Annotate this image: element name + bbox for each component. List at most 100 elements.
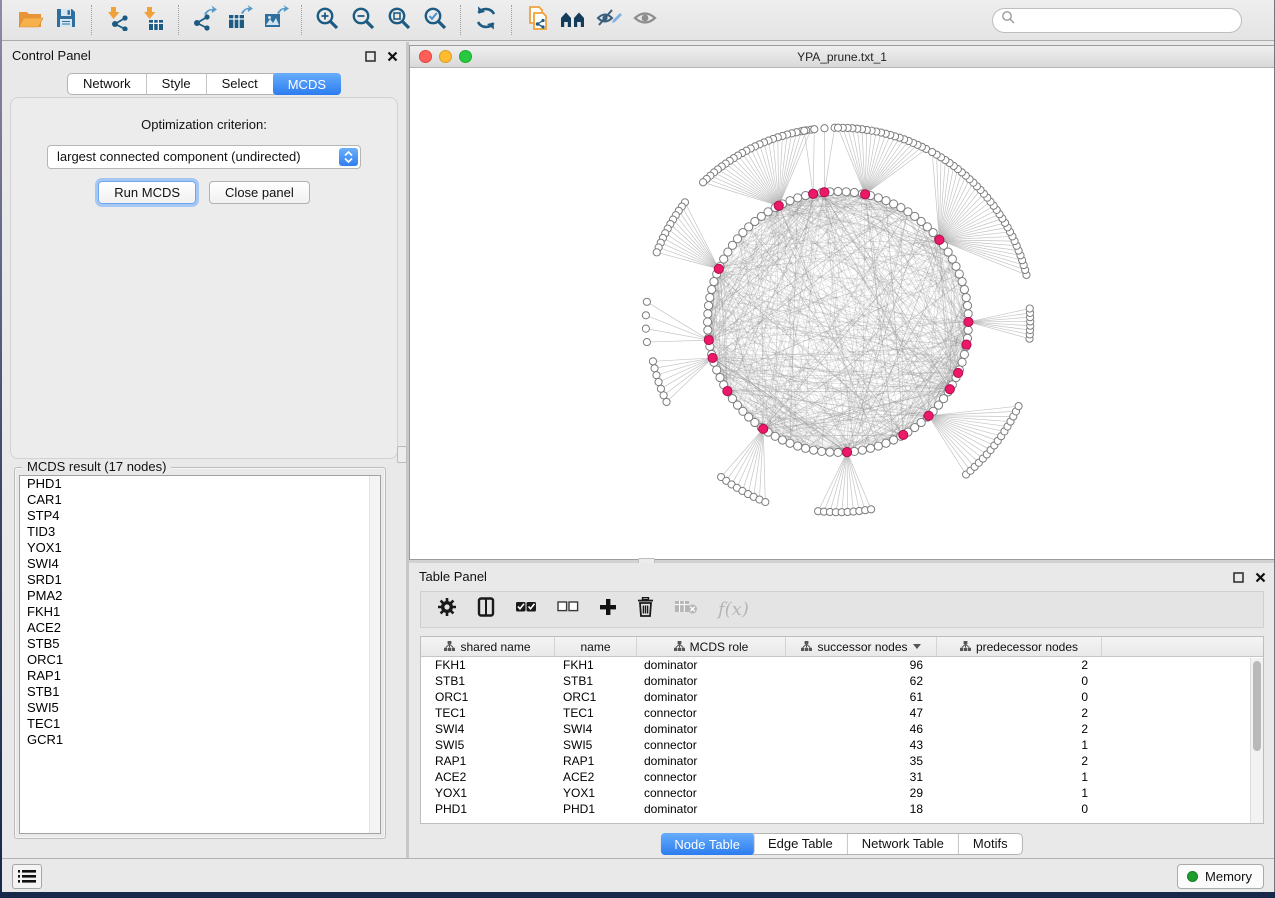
save-icon	[54, 6, 78, 35]
sort-menu-icon[interactable]	[913, 644, 921, 649]
export-network-button[interactable]	[186, 4, 222, 36]
toolbar-separator	[91, 5, 92, 35]
table-scrollbar-thumb[interactable]	[1253, 661, 1261, 751]
zoom-fit-button[interactable]	[381, 4, 417, 36]
list-item[interactable]: YOX1	[20, 540, 380, 556]
criterion-dropdown[interactable]: largest connected component (undirected)	[47, 145, 361, 169]
list-item[interactable]: RAP1	[20, 668, 380, 684]
zoom-out-button[interactable]	[345, 4, 381, 36]
zoom-in-button[interactable]	[309, 4, 345, 36]
close-panel-icon[interactable]	[387, 49, 398, 67]
network-title: YPA_prune.txt_1	[797, 50, 887, 64]
status-bar: Memory	[2, 858, 1274, 892]
search-box	[992, 8, 1242, 33]
tab-network-table[interactable]: Network Table	[848, 834, 959, 854]
table-toolbar: f(x)	[420, 591, 1264, 628]
tab-select[interactable]: Select	[207, 74, 274, 94]
list-item[interactable]: TEC1	[20, 716, 380, 732]
table-row[interactable]: SWI5SWI5connector431	[421, 737, 1263, 753]
first-neighbors-button[interactable]	[555, 4, 591, 36]
tab-edge-table[interactable]: Edge Table	[754, 834, 848, 854]
float-window-icon[interactable]	[1233, 570, 1244, 588]
tab-style[interactable]: Style	[147, 74, 207, 94]
column-header-mcds-role[interactable]: MCDS role	[637, 637, 786, 656]
apply-layout-button[interactable]	[468, 4, 504, 36]
column-header-name[interactable]: name	[555, 637, 637, 656]
delete-table-icon[interactable]	[674, 599, 698, 620]
search-input[interactable]	[1016, 10, 1241, 30]
tab-network[interactable]: Network	[68, 74, 147, 94]
column-header-successor-nodes[interactable]: successor nodes	[786, 637, 937, 656]
export-table-button[interactable]	[222, 4, 258, 36]
settings-gear-icon[interactable]	[437, 597, 457, 622]
table-row[interactable]: SWI4SWI4dominator462	[421, 721, 1263, 737]
show-all-button[interactable]	[627, 4, 663, 36]
vertical-splitter-grip[interactable]	[397, 446, 407, 463]
table-row[interactable]: PHD1PHD1dominator180	[421, 801, 1263, 817]
control-panel-tabs: Network Style Select MCDS	[67, 73, 341, 95]
export-image-button[interactable]	[258, 4, 294, 36]
table-row[interactable]: ACE2ACE2connector311	[421, 769, 1263, 785]
list-item[interactable]: PMA2	[20, 588, 380, 604]
zoom-selected-button[interactable]	[417, 4, 453, 36]
zoom-selected-icon	[422, 5, 448, 36]
list-scrollbar[interactable]	[369, 476, 380, 833]
hide-eye-icon	[595, 6, 623, 35]
mcds-tab-content: Optimization criterion: largest connecte…	[10, 97, 398, 459]
maximize-window-icon[interactable]	[459, 50, 472, 63]
close-window-icon[interactable]	[419, 50, 432, 63]
import-table-button[interactable]	[135, 4, 171, 36]
memory-button[interactable]: Memory	[1177, 864, 1264, 889]
close-panel-icon[interactable]	[1255, 570, 1266, 588]
hide-selected-button[interactable]	[591, 4, 627, 36]
toolbar-separator	[511, 5, 512, 35]
function-builder-icon[interactable]: f(x)	[718, 599, 749, 620]
tab-node-table[interactable]: Node Table	[660, 833, 755, 855]
float-window-icon[interactable]	[365, 49, 376, 67]
delete-column-icon[interactable]	[637, 597, 654, 622]
network-canvas[interactable]	[410, 69, 1274, 559]
table-row[interactable]: TEC1TEC1connector472	[421, 705, 1263, 721]
column-header-predecessor-nodes[interactable]: predecessor nodes	[937, 637, 1102, 656]
show-eye-icon	[631, 6, 659, 35]
log-console-button[interactable]	[12, 864, 42, 889]
list-item[interactable]: GCR1	[20, 732, 380, 748]
table-row[interactable]: FKH1FKH1dominator962	[421, 657, 1263, 673]
list-item[interactable]: SWI4	[20, 556, 380, 572]
list-item[interactable]: FKH1	[20, 604, 380, 620]
main-area: Control Panel Network Style Select MCDS …	[2, 42, 1274, 858]
add-column-icon[interactable]	[599, 598, 617, 621]
column-header-shared-name[interactable]: shared name	[421, 637, 555, 656]
column-chooser-icon[interactable]	[477, 597, 495, 622]
list-item[interactable]: ACE2	[20, 620, 380, 636]
table-tabs: Node Table Edge Table Network Table Moti…	[660, 833, 1022, 855]
list-item[interactable]: ORC1	[20, 652, 380, 668]
list-item[interactable]: SRD1	[20, 572, 380, 588]
select-all-icon[interactable]	[515, 600, 537, 619]
run-mcds-button[interactable]: Run MCDS	[98, 181, 196, 204]
list-item[interactable]: TID3	[20, 524, 380, 540]
list-item[interactable]: STP4	[20, 508, 380, 524]
list-item[interactable]: STB5	[20, 636, 380, 652]
dropdown-stepper-icon	[339, 148, 358, 166]
deselect-all-icon[interactable]	[557, 600, 579, 619]
tab-mcds[interactable]: MCDS	[273, 73, 341, 95]
clone-network-button[interactable]	[519, 4, 555, 36]
import-network-button[interactable]	[99, 4, 135, 36]
table-scrollbar[interactable]	[1250, 658, 1263, 823]
tab-motifs[interactable]: Motifs	[959, 834, 1022, 854]
table-row[interactable]: STB1STB1dominator620	[421, 673, 1263, 689]
close-panel-button[interactable]: Close panel	[209, 181, 310, 204]
zoom-in-icon	[314, 5, 340, 36]
list-item[interactable]: SWI5	[20, 700, 380, 716]
save-session-button[interactable]	[48, 4, 84, 36]
zoom-fit-icon	[386, 5, 412, 36]
list-item[interactable]: PHD1	[20, 476, 380, 492]
table-row[interactable]: RAP1RAP1dominator352	[421, 753, 1263, 769]
open-file-button[interactable]	[12, 4, 48, 36]
list-item[interactable]: CAR1	[20, 492, 380, 508]
table-row[interactable]: ORC1ORC1dominator610	[421, 689, 1263, 705]
table-row[interactable]: YOX1YOX1connector291	[421, 785, 1263, 801]
list-item[interactable]: STB1	[20, 684, 380, 700]
minimize-window-icon[interactable]	[439, 50, 452, 63]
